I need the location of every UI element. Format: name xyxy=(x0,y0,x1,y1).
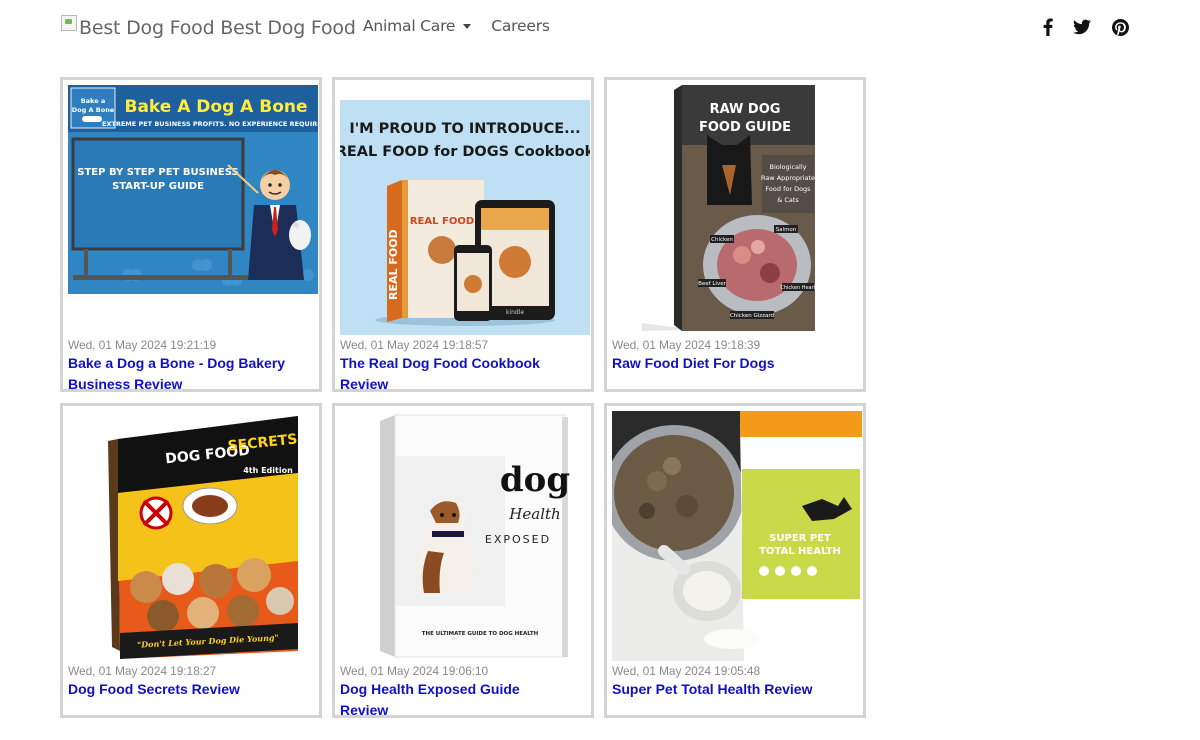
article-card: Bake a Dog A Bone Bake A Dog A Bone EXTR… xyxy=(60,77,322,392)
article-title-link[interactable]: Dog Food Secrets Review xyxy=(68,679,288,700)
article-title-link[interactable]: Bake a Dog a Bone - Dog Bakery Business … xyxy=(68,353,288,395)
dog-health-exposed-image[interactable]: dog Health EXPOSED THE ULTIMATE GUIDE TO… xyxy=(340,411,590,661)
article-date: Wed, 01 May 2024 19:18:39 xyxy=(612,338,761,352)
board-line2: START-UP GUIDE xyxy=(112,181,204,192)
banner-subtitle: EXTREME PET BUSINESS PROFITS. NO EXPERIE… xyxy=(102,120,318,128)
cookbook-headline2: REAL FOOD for DOGS Cookbook xyxy=(340,144,590,160)
article-title-link[interactable]: Raw Food Diet For Dogs xyxy=(612,353,832,374)
secrets-edition: 4th Edition xyxy=(243,466,293,475)
article-date: Wed, 01 May 2024 19:18:57 xyxy=(340,338,489,352)
article-title-link[interactable]: Super Pet Total Health Review xyxy=(612,679,832,700)
label-beef-liver: Beef Liver xyxy=(698,281,726,287)
real-dog-food-cookbook-image[interactable]: I'M PROUD TO INTRODUCE... REAL FOOD for … xyxy=(340,100,590,335)
badge-line1: Bake a xyxy=(81,97,106,105)
caret-down-icon xyxy=(463,24,472,29)
raw-guide-title2: FOOD GUIDE xyxy=(699,120,791,135)
tablet-label: kindle xyxy=(506,309,524,316)
super-pet-total-health-image[interactable]: SUPER PET TOTAL HEALTH xyxy=(612,411,862,661)
twitter-icon[interactable] xyxy=(1072,17,1092,37)
book-spine-text: REAL FOOD xyxy=(387,229,400,300)
article-card: RAW DOG FOOD GUIDE Biologically Raw Appr… xyxy=(604,77,866,392)
brand-text: Best Dog Food Best Dog Food xyxy=(79,17,356,39)
nav-careers-link[interactable]: Careers xyxy=(491,17,550,35)
article-title-link[interactable]: The Real Dog Food Cookbook Review xyxy=(340,353,590,395)
facebook-icon[interactable] xyxy=(1038,17,1058,37)
brand-logo-link[interactable]: Best Dog Food Best Dog Food xyxy=(61,13,356,43)
badge-line2: Dog A Bone xyxy=(72,106,115,114)
article-date: Wed, 01 May 2024 19:21:19 xyxy=(68,338,217,352)
health-footer: THE ULTIMATE GUIDE TO DOG HEALTH xyxy=(422,631,539,637)
article-card: I'M PROUD TO INTRODUCE... REAL FOOD for … xyxy=(332,77,594,392)
cookbook-headline1: I'M PROUD TO INTRODUCE... xyxy=(349,121,580,137)
label-chicken: Chicken xyxy=(711,237,733,243)
article-date: Wed, 01 May 2024 19:05:48 xyxy=(612,664,761,678)
raw-tagline-2: Raw Appropriate xyxy=(761,174,815,182)
label-chicken-heart: Chicken Heart xyxy=(780,285,815,291)
article-date: Wed, 01 May 2024 19:06:10 xyxy=(340,664,489,678)
nav-animal-care-label: Animal Care xyxy=(363,17,456,35)
nav-links: Animal Care Careers xyxy=(363,17,570,35)
board-line1: STEP BY STEP PET BUSINESS xyxy=(77,167,238,178)
dog-food-secrets-image[interactable]: DOG FOOD SECRETS 4th Edition "Don't Let … xyxy=(68,411,318,661)
book-cover-text: REAL FOOD xyxy=(410,216,474,227)
word-exposed: EXPOSED xyxy=(485,533,551,546)
label-salmon: Salmon xyxy=(776,227,797,233)
raw-tagline-3: Food for Dogs xyxy=(765,185,811,193)
article-card: DOG FOOD SECRETS 4th Edition "Don't Let … xyxy=(60,403,322,718)
top-navbar: Best Dog Food Best Dog Food Animal Care … xyxy=(0,0,1200,56)
banner-title: Bake A Dog A Bone xyxy=(124,97,307,117)
broken-image-icon xyxy=(61,15,77,31)
raw-tagline-4: & Cats xyxy=(777,196,799,204)
nav-animal-care-dropdown[interactable]: Animal Care xyxy=(363,17,472,35)
word-health: Health xyxy=(508,505,560,523)
nav-careers-label: Careers xyxy=(491,17,550,35)
bake-a-dog-a-bone-image[interactable]: Bake a Dog A Bone Bake A Dog A Bone EXTR… xyxy=(68,85,318,294)
raw-dog-food-guide-image[interactable]: RAW DOG FOOD GUIDE Biologically Raw Appr… xyxy=(612,85,862,335)
article-date: Wed, 01 May 2024 19:18:27 xyxy=(68,664,217,678)
label-chicken-gizzard: Chicken Gizzard xyxy=(730,313,774,319)
label-line2: TOTAL HEALTH xyxy=(759,546,841,557)
label-line1: SUPER PET xyxy=(769,533,831,544)
pinterest-icon[interactable] xyxy=(1110,17,1130,37)
word-dog: dog xyxy=(500,460,570,500)
article-card: SUPER PET TOTAL HEALTH Wed, 01 May 2024 … xyxy=(604,403,866,718)
raw-guide-title1: RAW DOG xyxy=(710,102,781,117)
article-card: dog Health EXPOSED THE ULTIMATE GUIDE TO… xyxy=(332,403,594,718)
raw-tagline-1: Biologically xyxy=(770,163,807,171)
article-title-link[interactable]: Dog Health Exposed Guide Review xyxy=(340,679,560,721)
